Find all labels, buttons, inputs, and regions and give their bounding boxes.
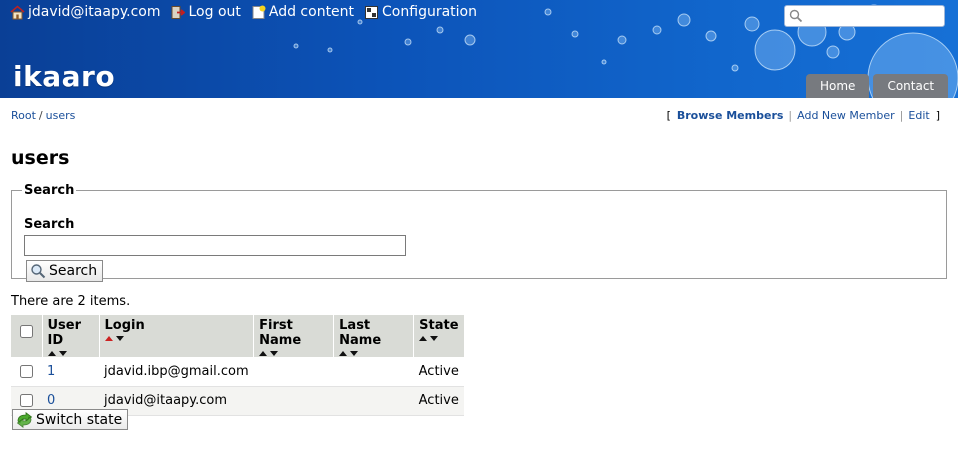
- state-cell: Active: [413, 357, 464, 387]
- search-input[interactable]: [24, 235, 406, 256]
- row-checkbox[interactable]: [20, 364, 33, 378]
- search-legend: Search: [24, 183, 75, 198]
- user-email: jdavid@itaapy.com: [28, 4, 161, 20]
- tab-contact[interactable]: Contact: [873, 74, 949, 98]
- logout-icon: [171, 5, 186, 19]
- select-all-header: [11, 315, 43, 357]
- top-links: jdavid@itaapy.com Log out Add content Co…: [10, 4, 477, 20]
- column-label-state: State: [419, 318, 459, 333]
- search-field-label: Search: [24, 217, 75, 232]
- column-header-last-name[interactable]: Last Name: [333, 315, 415, 357]
- table-header-row: User ID Login First Name Last Name State: [11, 315, 464, 357]
- search-icon: [789, 9, 803, 23]
- main-nav: Home Contact: [806, 74, 949, 98]
- header-search-box: [784, 5, 945, 27]
- new-document-icon: [252, 5, 266, 19]
- column-header-user-id[interactable]: User ID: [42, 315, 100, 357]
- search-fieldset: Search Search Search: [11, 183, 947, 282]
- sort-arrows-icon[interactable]: [339, 350, 359, 357]
- search-button-label: Search: [49, 263, 98, 279]
- column-label-first-name: First Name: [259, 318, 302, 348]
- page-title: users: [11, 147, 70, 169]
- items-count: There are 2 items.: [11, 294, 131, 309]
- switch-state-button[interactable]: Switch state: [12, 409, 129, 430]
- breadcrumb-root[interactable]: Root: [11, 109, 36, 122]
- row-select-cell: [11, 357, 42, 387]
- column-header-login[interactable]: Login: [99, 315, 255, 357]
- switch-arrow-icon: [16, 411, 33, 428]
- add-content-label: Add content: [268, 4, 355, 20]
- configuration-label: Configuration: [382, 4, 477, 20]
- row-checkbox[interactable]: [20, 394, 33, 407]
- add-new-member-link[interactable]: Add New Member: [797, 109, 895, 122]
- actions-close-bracket: ]: [935, 109, 940, 122]
- site-header: jdavid@itaapy.com Log out Add content Co…: [0, 0, 958, 98]
- first-name-cell: [253, 357, 334, 387]
- select-all-checkbox[interactable]: [19, 325, 33, 338]
- login-cell: jdavid.ibp@gmail.com: [99, 357, 254, 387]
- edit-link[interactable]: Edit: [908, 109, 929, 122]
- user-id-link[interactable]: 0: [47, 393, 55, 408]
- add-content-link[interactable]: Add content: [251, 4, 354, 20]
- logout-label: Log out: [188, 4, 241, 20]
- browse-members-link[interactable]: Browse Members: [677, 109, 784, 122]
- sort-arrows-icon[interactable]: [419, 335, 439, 342]
- house-icon: [10, 4, 25, 19]
- user-id-link[interactable]: 1: [47, 364, 55, 379]
- actions-separator: |: [788, 109, 793, 122]
- breadcrumb: Root / users: [11, 109, 75, 122]
- column-label-last-name: Last Name: [339, 318, 382, 348]
- breadcrumb-current[interactable]: users: [46, 109, 76, 122]
- actions-separator: |: [899, 109, 904, 122]
- user-link[interactable]: jdavid@itaapy.com: [10, 4, 160, 20]
- column-label-user-id: User ID: [47, 318, 82, 348]
- switch-state-label: Switch state: [36, 411, 123, 428]
- configuration-link[interactable]: Configuration: [364, 4, 477, 20]
- column-label-login: Login: [104, 318, 145, 333]
- last-name-cell: [333, 386, 414, 416]
- header-search-input[interactable]: [805, 7, 941, 25]
- user-id-cell: 1: [42, 357, 99, 387]
- tab-home[interactable]: Home: [806, 74, 870, 98]
- first-name-cell: [253, 386, 334, 416]
- column-header-first-name[interactable]: First Name: [253, 315, 335, 357]
- actions-open-bracket: [: [666, 109, 671, 122]
- view-actions: [ Browse Members | Add New Member | Edit]: [661, 109, 946, 122]
- search-button[interactable]: Search: [26, 260, 104, 282]
- users-table: User ID Login First Name Last Name State: [11, 315, 464, 416]
- logout-link[interactable]: Log out: [170, 4, 241, 20]
- configuration-icon: [365, 5, 379, 19]
- last-name-cell: [333, 357, 414, 387]
- sort-arrows-icon[interactable]: [259, 350, 279, 357]
- breadcrumb-separator: /: [38, 109, 43, 122]
- sort-arrows-icon[interactable]: [47, 350, 68, 357]
- table-row: 1 jdavid.ibp@gmail.com Active: [11, 357, 464, 387]
- state-cell: Active: [413, 386, 464, 416]
- magnifier-icon: [31, 264, 46, 279]
- column-header-state[interactable]: State: [413, 315, 464, 357]
- sort-arrows-icon[interactable]: [104, 335, 125, 342]
- ikaaro-logo[interactable]: ikaaro: [13, 60, 115, 93]
